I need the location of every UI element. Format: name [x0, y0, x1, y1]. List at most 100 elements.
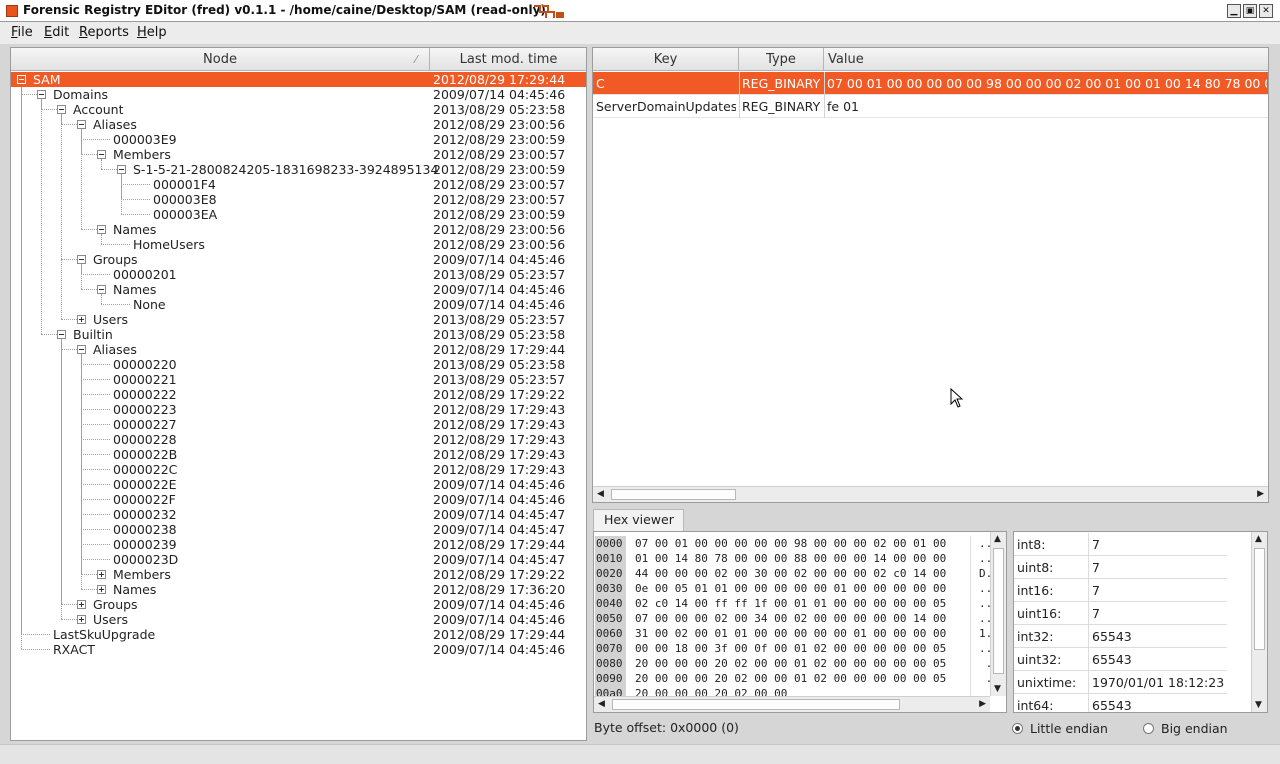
hex-hscroll-thumb[interactable] — [612, 699, 900, 710]
tree-row[interactable]: Members 2012/08/29 23:00:57 — [11, 147, 586, 162]
collapse-icon[interactable] — [77, 345, 86, 354]
collapse-icon[interactable] — [17, 75, 26, 84]
interpreter-row[interactable]: int64: 65543 — [1014, 694, 1227, 712]
tree-row[interactable]: 00000228 2012/08/29 17:29:43 — [11, 432, 586, 447]
tree-row[interactable]: 0000022C 2012/08/29 17:29:43 — [11, 462, 586, 477]
tree-row[interactable]: HomeUsers 2012/08/29 23:00:56 — [11, 237, 586, 252]
scroll-down-icon[interactable]: ▼ — [994, 684, 1001, 694]
menu-edit[interactable]: Edit — [44, 25, 69, 40]
interpreter-row[interactable]: int16: 7 — [1014, 579, 1227, 602]
interpreter-vscrollbar[interactable]: ▲ ▼ — [1251, 532, 1267, 712]
tree-row[interactable]: Domains 2009/07/14 04:45:46 — [11, 87, 586, 102]
interpreter-row[interactable]: uint16: 7 — [1014, 602, 1227, 625]
interpreter-row[interactable]: int8: 7 — [1014, 533, 1227, 556]
tree-row[interactable]: 00000201 2013/08/29 05:23:57 — [11, 267, 586, 282]
menu-reports[interactable]: Reports — [79, 25, 129, 40]
expand-icon[interactable] — [77, 615, 86, 624]
collapse-icon[interactable] — [97, 225, 106, 234]
scroll-right-icon[interactable]: ▶ — [979, 699, 986, 709]
big-endian-label[interactable]: Big endian — [1161, 721, 1228, 736]
interpreter-row[interactable]: unixtime: 1970/01/01 18:12:23 — [1014, 671, 1227, 694]
key-table[interactable]: Key Type Value C REG_BINARY 07 00 01 00 00… — [592, 47, 1269, 503]
tree-row[interactable]: Names 2012/08/29 23:00:56 — [11, 222, 586, 237]
key-row[interactable]: ServerDomainUpdates REG_BINARY fe 01 — [593, 95, 1268, 118]
tree-row[interactable]: 00000227 2012/08/29 17:29:43 — [11, 417, 586, 432]
tree-row[interactable]: 0000023D 2009/07/14 04:45:47 — [11, 552, 586, 567]
tree-row[interactable]: Builtin 2013/08/29 05:23:58 — [11, 327, 586, 342]
registry-tree[interactable]: Node ⁄ Last mod. time SAM 2012/08/29 17:2… — [10, 47, 587, 741]
collapse-icon[interactable] — [97, 285, 106, 294]
hex-viewer[interactable]: 0000 07 00 01 00 00 00 00 00 98 00 00 00 … — [593, 531, 1007, 713]
tree-row[interactable]: Aliases 2012/08/29 17:29:44 — [11, 342, 586, 357]
tree-row[interactable]: S-1-5-21-2800824205-1831698233-392489513… — [11, 162, 586, 177]
tree-row[interactable]: Names 2012/08/29 17:36:20 — [11, 582, 586, 597]
tree-row[interactable]: Groups 2009/07/14 04:45:46 — [11, 597, 586, 612]
tree-row[interactable]: Groups 2009/07/14 04:45:46 — [11, 252, 586, 267]
menu-file[interactable]: File — [11, 25, 33, 40]
collapse-icon[interactable] — [57, 330, 66, 339]
tree-row[interactable]: None 2009/07/14 04:45:46 — [11, 297, 586, 312]
tree-row[interactable]: 000001F4 2012/08/29 23:00:57 — [11, 177, 586, 192]
tree-row[interactable]: Users 2009/07/14 04:45:46 — [11, 612, 586, 627]
minimize-button[interactable]: ▁ — [1227, 4, 1241, 18]
interpreter-row[interactable]: int32: 65543 — [1014, 625, 1227, 648]
menu-help[interactable]: Help — [137, 25, 167, 40]
tree-row[interactable]: 00000238 2009/07/14 04:45:47 — [11, 522, 586, 537]
collapse-icon[interactable] — [97, 150, 106, 159]
expand-icon[interactable] — [77, 600, 86, 609]
scroll-up-icon[interactable]: ▲ — [1255, 534, 1262, 544]
tree-row[interactable]: Users 2013/08/29 05:23:57 — [11, 312, 586, 327]
expand-icon[interactable] — [97, 570, 106, 579]
tree-row[interactable]: 00000232 2009/07/14 04:45:47 — [11, 507, 586, 522]
little-endian-radio[interactable] — [1012, 723, 1023, 734]
expand-icon[interactable] — [97, 585, 106, 594]
hex-vscroll-thumb[interactable] — [993, 548, 1004, 674]
hex-hscrollbar[interactable]: ◀ ▶ — [594, 696, 990, 712]
key-row[interactable]: C REG_BINARY 07 00 01 00 00 00 00 00 98 00… — [593, 72, 1268, 95]
big-endian-radio[interactable] — [1143, 723, 1154, 734]
tree-row[interactable]: 00000239 2012/08/29 17:29:44 — [11, 537, 586, 552]
node-column-header[interactable]: Node ⁄ — [11, 48, 430, 71]
type-column-header[interactable]: Type — [739, 48, 824, 71]
tree-row[interactable]: SAM 2012/08/29 17:29:44 — [11, 72, 586, 87]
collapse-icon[interactable] — [37, 90, 46, 99]
tree-row[interactable]: Names 2009/07/14 04:45:46 — [11, 282, 586, 297]
tree-row[interactable]: 0000022F 2009/07/14 04:45:46 — [11, 492, 586, 507]
close-button[interactable]: ✕ — [1259, 4, 1273, 18]
expand-icon[interactable] — [77, 315, 86, 324]
tree-row[interactable]: Members 2012/08/29 17:29:22 — [11, 567, 586, 582]
tree-row[interactable]: 000003E8 2012/08/29 23:00:57 — [11, 192, 586, 207]
maximize-button[interactable]: ▣ — [1243, 4, 1257, 18]
tree-row[interactable]: LastSkuUpgrade 2012/08/29 17:29:44 — [11, 627, 586, 642]
collapse-icon[interactable] — [77, 255, 86, 264]
tree-row[interactable]: 0000022B 2012/08/29 17:29:43 — [11, 447, 586, 462]
collapse-icon[interactable] — [117, 165, 126, 174]
tree-row[interactable]: Account 2013/08/29 05:23:58 — [11, 102, 586, 117]
data-interpreter[interactable]: int8: 7 uint8: 7 int16: 7 uint16: 7 int32: 65543 u… — [1013, 531, 1268, 713]
collapse-icon[interactable] — [77, 120, 86, 129]
tree-row[interactable]: 0000022E 2009/07/14 04:45:46 — [11, 477, 586, 492]
collapse-icon[interactable] — [57, 105, 66, 114]
little-endian-label[interactable]: Little endian — [1030, 721, 1108, 736]
scroll-down-icon[interactable]: ▼ — [1255, 700, 1262, 710]
interpreter-row[interactable]: uint32: 65543 — [1014, 648, 1227, 671]
scroll-right-icon[interactable]: ▶ — [1257, 489, 1264, 499]
time-column-header[interactable]: Last mod. time — [430, 48, 586, 71]
tree-row[interactable]: 00000223 2012/08/29 17:29:43 — [11, 402, 586, 417]
hex-vscrollbar[interactable]: ▲ ▼ — [990, 532, 1006, 696]
scroll-left-icon[interactable]: ◀ — [598, 699, 605, 709]
tree-row[interactable]: 00000220 2013/08/29 05:23:58 — [11, 357, 586, 372]
key-table-hscrollbar[interactable]: ◀ ▶ — [593, 486, 1268, 502]
key-table-hscroll-thumb[interactable] — [611, 489, 736, 500]
interpreter-row[interactable]: uint8: 7 — [1014, 556, 1227, 579]
tree-row[interactable]: RXACT 2009/07/14 04:45:46 — [11, 642, 586, 657]
tab-hex-viewer[interactable]: Hex viewer — [593, 509, 684, 531]
interpreter-vscroll-thumb[interactable] — [1254, 548, 1265, 650]
tree-row[interactable]: 000003EA 2012/08/29 23:00:59 — [11, 207, 586, 222]
scroll-up-icon[interactable]: ▲ — [994, 534, 1001, 544]
scroll-left-icon[interactable]: ◀ — [597, 489, 604, 499]
tree-row[interactable]: 000003E9 2012/08/29 23:00:59 — [11, 132, 586, 147]
tree-row[interactable]: 00000222 2012/08/29 17:29:22 — [11, 387, 586, 402]
value-column-header[interactable]: Value — [824, 48, 1268, 71]
key-column-header[interactable]: Key — [593, 48, 739, 71]
